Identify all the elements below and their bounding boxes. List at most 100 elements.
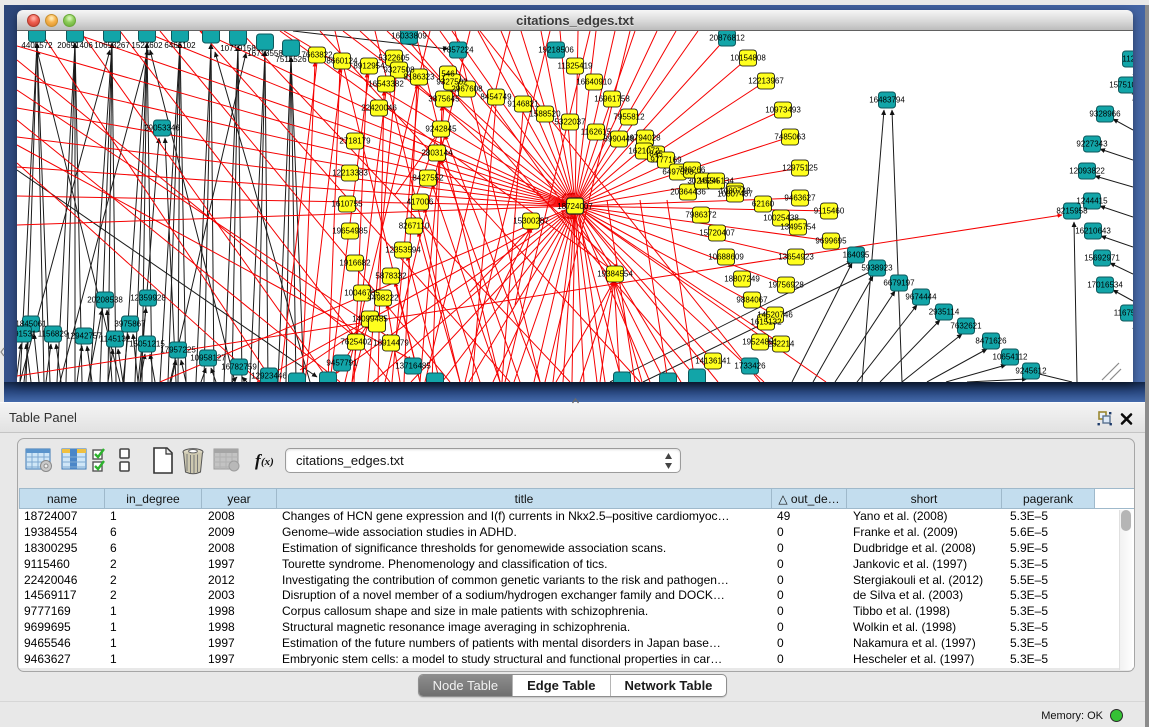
- svg-text:9463627: 9463627: [784, 194, 816, 203]
- svg-text:10154808: 10154808: [730, 54, 766, 63]
- svg-text:2967608: 2967608: [451, 85, 483, 94]
- svg-text:12923446: 12923446: [251, 372, 287, 381]
- svg-text:6466102: 6466102: [164, 41, 196, 50]
- svg-text:(x): (x): [261, 456, 274, 468]
- svg-text:22420046: 22420046: [361, 104, 397, 113]
- svg-text:16543382: 16543382: [368, 80, 404, 89]
- svg-text:16245134: 16245134: [698, 177, 734, 186]
- svg-text:9245612: 9245612: [1015, 367, 1047, 376]
- svg-text:1916682: 1916682: [339, 259, 371, 268]
- svg-text:14520746: 14520746: [757, 311, 793, 320]
- svg-text:1527602: 1527602: [131, 41, 163, 50]
- svg-text:1156829: 1156829: [38, 330, 69, 339]
- svg-text:7955812: 7955812: [613, 113, 645, 122]
- svg-text:6679197: 6679197: [883, 279, 915, 288]
- svg-text:14136141: 14136141: [695, 357, 731, 366]
- svg-text:18807249: 18807249: [724, 275, 760, 284]
- svg-text:9699695: 9699695: [815, 237, 847, 246]
- svg-text:1167534: 1167534: [1114, 309, 1133, 318]
- svg-text:12359928: 12359928: [130, 294, 166, 303]
- svg-text:29053346: 29053346: [144, 124, 180, 133]
- svg-text:7986372: 7986372: [685, 211, 717, 220]
- svg-text:16210643: 16210643: [1075, 227, 1111, 236]
- svg-text:5322037: 5322037: [554, 118, 586, 127]
- svg-text:7857224: 7857224: [442, 46, 474, 55]
- svg-text:9674444: 9674444: [905, 293, 937, 302]
- svg-text:13495754: 13495754: [780, 223, 816, 232]
- svg-text:19218506: 19218506: [538, 46, 574, 55]
- svg-text:15692971: 15692971: [1084, 254, 1120, 263]
- svg-text:4498222: 4498222: [367, 294, 399, 303]
- svg-text:10653267: 10653267: [94, 41, 130, 50]
- svg-text:16782759: 16782759: [221, 363, 257, 372]
- svg-text:18724007: 18724007: [557, 202, 593, 211]
- svg-text:1244415: 1244415: [1076, 197, 1108, 206]
- svg-text:8427552: 8427552: [412, 174, 444, 183]
- svg-text:8912954: 8912954: [353, 62, 385, 71]
- svg-text:16033809: 16033809: [391, 32, 427, 41]
- svg-text:7625402: 7625402: [340, 338, 372, 347]
- svg-text:417006: 417006: [407, 198, 434, 207]
- svg-text:1145132: 1145132: [100, 335, 131, 344]
- svg-text:12353594: 12353594: [385, 246, 421, 255]
- svg-text:16640910: 16640910: [576, 78, 612, 87]
- svg-text:10025438: 10025438: [763, 214, 799, 223]
- svg-text:13716485: 13716485: [395, 362, 431, 371]
- svg-text:3875645: 3875645: [428, 95, 460, 104]
- svg-text:1610755: 1610755: [331, 200, 363, 209]
- svg-text:8471626: 8471626: [975, 337, 1007, 346]
- svg-text:2718179: 2718179: [339, 137, 371, 146]
- svg-text:10973493: 10973493: [765, 106, 801, 115]
- svg-text:19384554: 19384554: [597, 270, 633, 279]
- svg-text:2803144: 2803144: [421, 149, 453, 158]
- svg-text:13654923: 13654923: [778, 253, 814, 262]
- svg-text:10807487: 10807487: [717, 190, 753, 199]
- svg-text:15300287: 15300287: [513, 217, 549, 226]
- svg-text:12942757: 12942757: [66, 332, 102, 341]
- svg-text:20364436: 20364436: [670, 188, 706, 197]
- svg-text:20691406: 20691406: [57, 41, 93, 50]
- svg-text:746266: 746266: [679, 166, 706, 175]
- svg-text:20876812: 20876812: [709, 34, 745, 43]
- svg-text:10958127: 10958127: [190, 354, 226, 363]
- svg-text:9146821: 9146821: [507, 100, 539, 109]
- svg-text:8186323: 8186323: [403, 73, 435, 82]
- svg-text:12213383: 12213383: [332, 169, 368, 178]
- svg-text:15720407: 15720407: [699, 229, 735, 238]
- svg-text:16914479: 16914479: [373, 339, 409, 348]
- svg-text:5878332: 5878332: [375, 272, 407, 281]
- svg-text:9242845: 9242845: [425, 125, 457, 134]
- svg-text:9777169: 9777169: [650, 156, 682, 165]
- svg-text:17016534: 17016534: [1087, 281, 1123, 290]
- svg-text:62160: 62160: [752, 200, 775, 209]
- svg-text:5938923: 5938923: [861, 264, 893, 273]
- svg-text:4405572: 4405572: [21, 41, 53, 50]
- svg-text:3975867: 3975867: [114, 320, 146, 329]
- svg-text:9328966: 9328966: [1089, 110, 1121, 119]
- svg-text:7485063: 7485063: [774, 133, 806, 142]
- svg-text:19756928: 19756928: [768, 281, 804, 290]
- svg-text:14099485: 14099485: [352, 315, 388, 324]
- svg-text:391531: 391531: [17, 330, 37, 339]
- svg-text:164095: 164095: [843, 251, 870, 260]
- svg-text:5322605: 5322605: [378, 54, 410, 63]
- svg-text:9227343: 9227343: [1076, 140, 1108, 149]
- svg-text:12093822: 12093822: [1069, 167, 1105, 176]
- svg-text:1121: 1121: [1122, 55, 1133, 64]
- svg-text:2935114: 2935114: [929, 308, 960, 317]
- svg-text:1733426: 1733426: [734, 362, 766, 371]
- svg-text:252214: 252214: [768, 340, 795, 349]
- svg-text:15751074: 15751074: [1109, 81, 1133, 90]
- svg-text:19654985: 19654985: [332, 227, 368, 236]
- svg-text:9115460: 9115460: [814, 207, 845, 216]
- svg-text:1845061: 1845061: [17, 320, 47, 329]
- svg-text:16961758: 16961758: [594, 95, 630, 104]
- svg-text:10654112: 10654112: [993, 353, 1029, 362]
- svg-text:8267110: 8267110: [399, 222, 430, 231]
- svg-text:12975125: 12975125: [782, 164, 818, 173]
- svg-text:6794028: 6794028: [629, 134, 661, 143]
- svg-text:12213967: 12213967: [748, 77, 784, 86]
- svg-text:7632621: 7632621: [950, 322, 982, 331]
- svg-text:9457791: 9457791: [326, 359, 358, 368]
- svg-text:16483794: 16483794: [869, 96, 905, 105]
